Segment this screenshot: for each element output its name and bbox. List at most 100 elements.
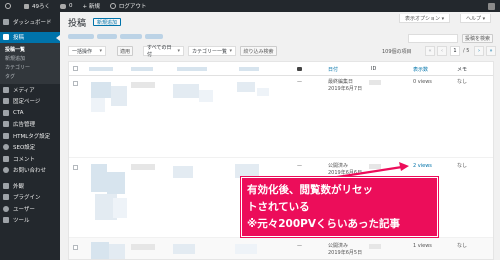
help-button[interactable]: ヘルプ ▾ [460, 14, 492, 23]
column-header-title[interactable] [89, 67, 113, 71]
post-date: 2019年6月6日 [328, 170, 363, 176]
bulk-action-select[interactable]: 一括操作 [68, 46, 106, 56]
sidebar-item-contact[interactable]: お問い合わせ [0, 165, 60, 177]
column-header-date[interactable]: 日付 [328, 66, 338, 73]
column-header-author[interactable] [131, 67, 153, 71]
wrench-icon [3, 217, 9, 224]
first-page-button[interactable]: « [425, 46, 435, 56]
sidebar-item-cta[interactable]: CTA [0, 107, 60, 119]
status-link[interactable] [120, 34, 142, 39]
user-icon [3, 205, 9, 212]
post-date: 2019年6月5日 [328, 250, 363, 256]
post-thumbnail [91, 164, 107, 192]
sidebar-item-posts[interactable]: 投稿 [0, 31, 60, 43]
sidebar-item-dashboard[interactable]: ダッシュボード [0, 16, 60, 28]
wordpress-icon [109, 3, 116, 9]
comment-count: — [297, 163, 302, 169]
comment-icon[interactable] [297, 67, 302, 71]
post-author [131, 164, 155, 170]
column-header-id[interactable]: ID [371, 66, 376, 72]
dashboard-icon [3, 18, 9, 25]
sidebar-item-pages[interactable]: 固定ページ [0, 96, 60, 108]
post-date: 2019年6月7日 [328, 86, 363, 92]
prev-page-button[interactable]: ‹ [437, 46, 447, 56]
post-categories [173, 84, 199, 98]
post-categories [199, 90, 213, 102]
sidebar-item-appearance[interactable]: 外観 [0, 180, 60, 192]
table-row: — 最終編集日 2019年6月7日 0 views なし [69, 76, 493, 158]
table-row: — 公開済み 2019年6月5日 1 views なし [69, 238, 493, 259]
filter-button[interactable]: 絞り込み検索 [240, 46, 277, 56]
new-content-menu[interactable]: + 新規 [78, 0, 105, 12]
annotation-callout: 有効化後、閲覧数がリセッ トされている ※元々200PVくらいあった記事 [241, 177, 438, 237]
page-icon [3, 98, 9, 105]
comment-icon [60, 3, 66, 9]
comment-count: — [297, 79, 302, 85]
status-link[interactable] [145, 34, 163, 39]
post-thumbnail [113, 198, 127, 218]
post-thumbnail [91, 82, 111, 98]
site-name-link[interactable]: 49ろく [19, 0, 55, 12]
column-header-views[interactable]: 表示数 [413, 66, 428, 73]
apply-button[interactable]: 適用 [117, 46, 133, 56]
last-page-button[interactable]: » [486, 46, 496, 56]
comments-link[interactable]: 0 [55, 0, 78, 12]
status-link[interactable] [68, 34, 94, 39]
account-menu[interactable] [480, 0, 500, 12]
post-author [131, 244, 155, 250]
sidebar-item-seo[interactable]: SEO設定 [0, 142, 60, 154]
post-tags [237, 82, 255, 92]
screen-options-button[interactable]: 表示オプション ▾ [399, 14, 451, 23]
avatar [488, 2, 495, 10]
row-checkbox[interactable] [73, 81, 78, 86]
post-tags [235, 164, 259, 178]
view-count: 1 views [413, 243, 432, 249]
column-header-categories[interactable] [177, 67, 207, 71]
sidebar-item-comments[interactable]: コメント [0, 153, 60, 165]
add-new-button[interactable]: 新規追加 [93, 18, 122, 26]
date-filter-select[interactable]: すべての日付 [143, 45, 184, 58]
current-page-input[interactable]: 1 [450, 46, 460, 56]
search-posts-button[interactable]: 投稿を検索 [462, 34, 493, 43]
sidebar-item-tools[interactable]: ツール [0, 215, 60, 227]
media-icon [3, 86, 9, 93]
post-id [369, 164, 381, 169]
gear-icon [3, 144, 9, 151]
wordpress-icon [5, 3, 11, 9]
post-author [131, 82, 155, 88]
submenu-add-new[interactable]: 新規追加 [0, 54, 60, 63]
sidebar-item-ads[interactable]: 広告管理 [0, 119, 60, 131]
search-input[interactable] [408, 34, 458, 43]
submenu-all-posts[interactable]: 投稿一覧 [0, 45, 60, 54]
post-id [369, 244, 381, 249]
sidebar-item-users[interactable]: ユーザー [0, 203, 60, 215]
annotation-line: 有効化後、閲覧数がリセッ [247, 184, 373, 196]
post-tags [257, 88, 269, 96]
wp-logo-menu[interactable] [0, 0, 19, 12]
post-categories [173, 166, 193, 178]
view-count: 0 views [413, 79, 432, 85]
admin-sidebar: ダッシュボード 投稿 投稿一覧 新規追加 カテゴリー タグ メディア 固定ページ… [0, 12, 60, 260]
post-memo: なし [457, 243, 468, 249]
submenu-tags[interactable]: タグ [0, 72, 60, 81]
post-tags [235, 244, 257, 254]
row-checkbox[interactable] [73, 165, 78, 170]
status-link[interactable] [97, 34, 117, 39]
posts-submenu: 投稿一覧 新規追加 カテゴリー タグ [0, 43, 60, 84]
row-checkbox[interactable] [73, 245, 78, 250]
category-filter-select[interactable]: カテゴリー一覧 [188, 46, 236, 56]
submenu-categories[interactable]: カテゴリー [0, 63, 60, 72]
sidebar-item-html-tags[interactable]: HTMLタグ設定 [0, 130, 60, 142]
home-icon [24, 3, 29, 9]
next-page-button[interactable]: › [474, 46, 484, 56]
post-status: 公開済み [328, 163, 349, 169]
column-header-tags[interactable] [239, 67, 259, 71]
select-all-checkbox[interactable] [73, 66, 78, 71]
post-thumbnail [109, 244, 125, 259]
post-memo: なし [457, 79, 468, 85]
sidebar-item-media[interactable]: メディア [0, 84, 60, 96]
brush-icon [3, 182, 9, 189]
post-thumbnail [107, 172, 125, 194]
sidebar-item-plugins[interactable]: プラグイン [0, 192, 60, 204]
logout-link[interactable]: ログアウト [105, 0, 152, 12]
